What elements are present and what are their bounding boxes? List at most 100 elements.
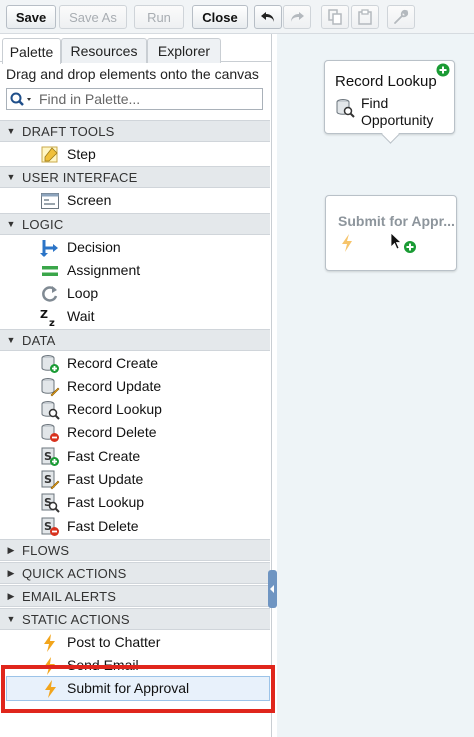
section-flows[interactable]: ▶ FLOWS bbox=[0, 539, 270, 561]
tab-palette[interactable]: Palette bbox=[2, 38, 61, 64]
section-title: LOGIC bbox=[22, 216, 64, 232]
undo-icon[interactable] bbox=[254, 5, 282, 29]
palette-hint: Drag and drop elements onto the canvas bbox=[6, 66, 259, 82]
svg-text:Z: Z bbox=[40, 308, 48, 321]
caret-down-icon: ▼ bbox=[6, 126, 16, 136]
palette-item-loop[interactable]: Loop bbox=[0, 282, 270, 305]
wrench-icon[interactable] bbox=[387, 5, 415, 29]
panel-splitter[interactable] bbox=[268, 570, 277, 608]
palette-item-fast-create[interactable]: S Fast Create bbox=[0, 445, 270, 468]
palette-item-label: Wait bbox=[67, 308, 95, 324]
wait-icon: Zz bbox=[40, 307, 60, 329]
palette-item-assignment[interactable]: Assignment bbox=[0, 259, 270, 282]
section-email-alerts[interactable]: ▶ EMAIL ALERTS bbox=[0, 585, 270, 607]
palette-item-label: Loop bbox=[67, 285, 99, 301]
section-title: USER INTERFACE bbox=[22, 169, 138, 185]
fast-create-icon: S bbox=[40, 447, 60, 467]
caret-right-icon: ▶ bbox=[7, 567, 15, 578]
lightning-bolt-icon bbox=[340, 234, 354, 252]
section-static-actions[interactable]: ▼ STATIC ACTIONS bbox=[0, 608, 270, 630]
run-button[interactable]: Run bbox=[134, 5, 184, 29]
palette-item-record-update[interactable]: Record Update bbox=[0, 375, 270, 398]
palette-item-label: Record Delete bbox=[67, 424, 157, 440]
palette-item-label: Post to Chatter bbox=[67, 634, 161, 650]
lightning-bolt-icon bbox=[40, 633, 60, 653]
palette-item-label: Submit for Approval bbox=[67, 680, 190, 696]
palette-item-label: Assignment bbox=[67, 262, 141, 278]
palette-item-fast-update[interactable]: S Fast Update bbox=[0, 468, 270, 491]
palette-item-record-lookup[interactable]: Record Lookup bbox=[0, 398, 270, 421]
loop-icon bbox=[40, 284, 60, 304]
palette-item-post-to-chatter[interactable]: Post to Chatter bbox=[0, 631, 270, 654]
section-title: STATIC ACTIONS bbox=[22, 611, 130, 627]
node-type-label: Record Lookup bbox=[335, 73, 437, 90]
svg-text:S: S bbox=[44, 473, 52, 486]
redo-icon[interactable] bbox=[283, 5, 311, 29]
section-title: DRAFT TOOLS bbox=[22, 123, 115, 139]
tab-explorer[interactable]: Explorer bbox=[147, 38, 221, 63]
lightning-bolt-icon bbox=[40, 656, 60, 676]
palette-item-submit-for-approval[interactable]: Submit for Approval bbox=[6, 676, 270, 701]
palette-item-fast-delete[interactable]: S Fast Delete bbox=[0, 515, 270, 538]
canvas-node-record-lookup[interactable]: Record Lookup Find Opportunity bbox=[324, 60, 455, 144]
record-create-icon bbox=[40, 354, 60, 374]
palette-item-step[interactable]: Step bbox=[0, 143, 270, 166]
section-logic[interactable]: ▼ LOGIC bbox=[0, 213, 270, 235]
palette-item-label: Decision bbox=[67, 239, 121, 255]
palette-item-screen[interactable]: Screen bbox=[0, 189, 270, 212]
record-lookup-icon bbox=[40, 400, 60, 420]
section-title: DATA bbox=[22, 332, 56, 348]
record-update-icon bbox=[40, 377, 60, 397]
palette-item-record-delete[interactable]: Record Delete bbox=[0, 421, 270, 444]
paste-icon[interactable] bbox=[351, 5, 379, 29]
palette-item-label: Screen bbox=[67, 192, 112, 208]
section-data[interactable]: ▼ DATA bbox=[0, 329, 270, 351]
node-label: Find Opportunity bbox=[361, 95, 434, 128]
caret-down-icon: ▼ bbox=[6, 219, 16, 229]
assignment-icon bbox=[40, 261, 60, 281]
close-button[interactable]: Close bbox=[192, 5, 248, 29]
palette-item-record-create[interactable]: Record Create bbox=[0, 352, 270, 375]
palette-item-wait[interactable]: Zz Wait bbox=[0, 305, 270, 329]
caret-down-icon: ▼ bbox=[6, 614, 16, 624]
section-title: QUICK ACTIONS bbox=[22, 565, 127, 581]
panel-tabs: Palette Resources Explorer bbox=[0, 36, 272, 64]
palette-item-label: Fast Update bbox=[67, 471, 144, 487]
search-icon[interactable] bbox=[9, 90, 35, 108]
palette-item-label: Record Lookup bbox=[67, 401, 162, 417]
add-connector-icon[interactable] bbox=[436, 63, 450, 77]
section-quick-actions[interactable]: ▶ QUICK ACTIONS bbox=[0, 562, 270, 584]
palette-item-label: Send Email bbox=[67, 657, 139, 673]
section-title: FLOWS bbox=[22, 542, 70, 558]
save-as-button[interactable]: Save As bbox=[59, 5, 127, 29]
node-label: Submit for Appr... bbox=[338, 213, 455, 229]
palette-item-label: Fast Create bbox=[67, 448, 141, 464]
palette-item-fast-lookup[interactable]: S Fast Lookup bbox=[0, 491, 270, 514]
palette-item-label: Record Create bbox=[67, 355, 159, 371]
flow-canvas[interactable]: Record Lookup Find Opportunity Submit fo… bbox=[277, 34, 474, 737]
section-draft-tools[interactable]: ▼ DRAFT TOOLS bbox=[0, 120, 270, 142]
palette-search bbox=[6, 88, 263, 110]
palette-item-send-email[interactable]: Send Email bbox=[0, 654, 270, 677]
fast-lookup-icon: S bbox=[40, 493, 60, 513]
palette-panel: Palette Resources Explorer Drag and drop… bbox=[0, 34, 272, 737]
fast-delete-icon: S bbox=[40, 517, 60, 537]
fast-update-icon: S bbox=[40, 470, 60, 490]
search-input[interactable] bbox=[39, 91, 259, 107]
tab-resources[interactable]: Resources bbox=[61, 38, 147, 63]
caret-down-icon: ▼ bbox=[6, 172, 16, 182]
save-button[interactable]: Save bbox=[6, 5, 56, 29]
palette-item-decision[interactable]: Decision bbox=[0, 236, 270, 259]
caret-right-icon: ▶ bbox=[7, 590, 15, 601]
record-delete-icon bbox=[40, 423, 60, 443]
record-lookup-icon bbox=[335, 98, 355, 118]
palette-item-label: Fast Delete bbox=[67, 518, 139, 534]
lightning-bolt-icon bbox=[41, 679, 61, 699]
palette-item-label: Record Update bbox=[67, 378, 162, 394]
copy-icon[interactable] bbox=[321, 5, 349, 29]
section-title: EMAIL ALERTS bbox=[22, 588, 117, 604]
drag-cursor-icon bbox=[390, 232, 422, 258]
palette-item-label: Fast Lookup bbox=[67, 494, 145, 510]
section-user-interface[interactable]: ▼ USER INTERFACE bbox=[0, 166, 270, 188]
screen-icon bbox=[40, 191, 60, 211]
